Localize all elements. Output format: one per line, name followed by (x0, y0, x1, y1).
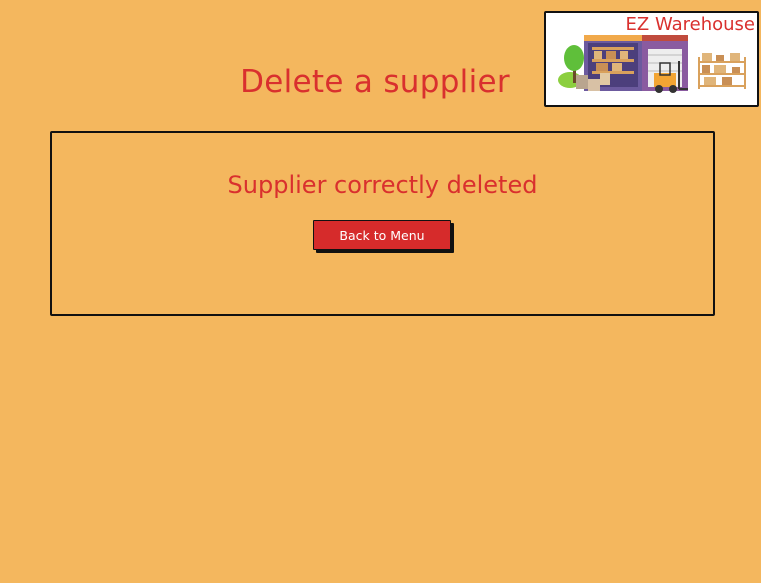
deletion-success-message: Supplier correctly deleted (227, 171, 538, 199)
result-panel: Supplier correctly deleted Back to Menu (50, 131, 715, 316)
logo-text: EZ Warehouse (625, 14, 755, 35)
back-to-menu-button[interactable]: Back to Menu (313, 220, 451, 250)
ez-warehouse-logo: EZ Warehouse (544, 11, 759, 107)
